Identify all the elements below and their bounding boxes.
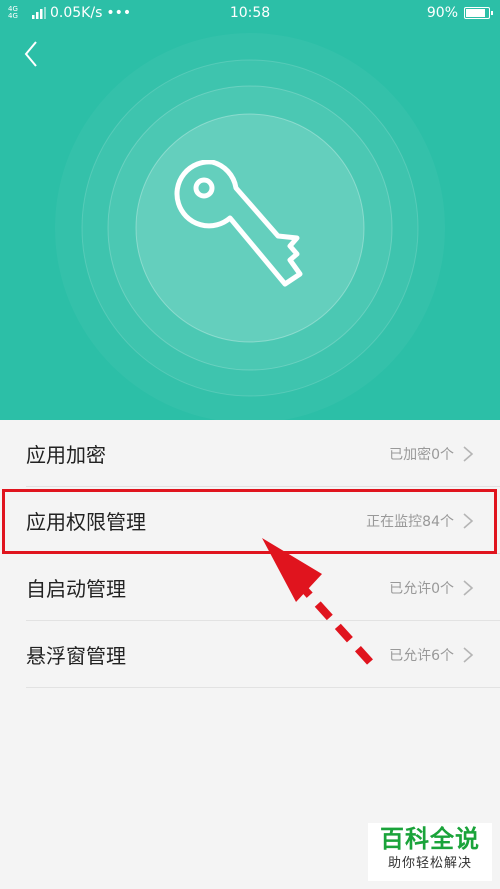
battery-icon bbox=[464, 7, 493, 19]
watermark-subtitle: 助你轻松解决 bbox=[387, 856, 472, 871]
menu-item-app-permissions[interactable]: 应用权限管理 正在监控84个 bbox=[0, 487, 500, 554]
hero-header: 4G 4G 0.05K/s ••• 10:58 90% bbox=[0, 0, 500, 420]
status-bar: 4G 4G 0.05K/s ••• 10:58 90% bbox=[0, 0, 500, 28]
menu-item-label: 应用权限管理 bbox=[26, 510, 146, 534]
menu-item-app-encryption[interactable]: 应用加密 已加密0个 bbox=[0, 420, 500, 487]
chevron-right-icon bbox=[463, 579, 474, 596]
menu-item-status: 已允许6个 bbox=[389, 647, 454, 664]
menu-item-label: 自启动管理 bbox=[26, 577, 126, 601]
battery-fill bbox=[466, 9, 485, 17]
chevron-right-icon bbox=[463, 445, 474, 462]
watermark-title: 百科全说 bbox=[380, 825, 480, 853]
menu-item-label: 悬浮窗管理 bbox=[26, 644, 126, 668]
chevron-right-icon bbox=[463, 512, 474, 529]
watermark-logo: 百科全说 助你轻松解决 bbox=[368, 823, 492, 881]
menu-item-status: 正在监控84个 bbox=[366, 513, 454, 530]
status-right: 90% bbox=[426, 5, 493, 21]
menu-item-floating-window[interactable]: 悬浮窗管理 已允许6个 bbox=[0, 621, 500, 688]
menu-item-label: 应用加密 bbox=[26, 443, 106, 467]
menu-item-autostart[interactable]: 自启动管理 已允许0个 bbox=[0, 554, 500, 621]
menu-item-status: 已允许0个 bbox=[389, 580, 454, 597]
menu-item-status: 已加密0个 bbox=[389, 446, 454, 463]
settings-list: 应用加密 已加密0个 应用权限管理 正在监控84个 自启动管理 已允许0个 悬浮… bbox=[0, 420, 500, 688]
clock: 10:58 bbox=[229, 5, 271, 21]
back-button[interactable] bbox=[16, 38, 48, 70]
chevron-right-icon bbox=[463, 646, 474, 663]
chevron-left-icon bbox=[24, 41, 37, 67]
key-icon bbox=[174, 160, 303, 287]
battery-percent: 90% bbox=[426, 5, 458, 21]
